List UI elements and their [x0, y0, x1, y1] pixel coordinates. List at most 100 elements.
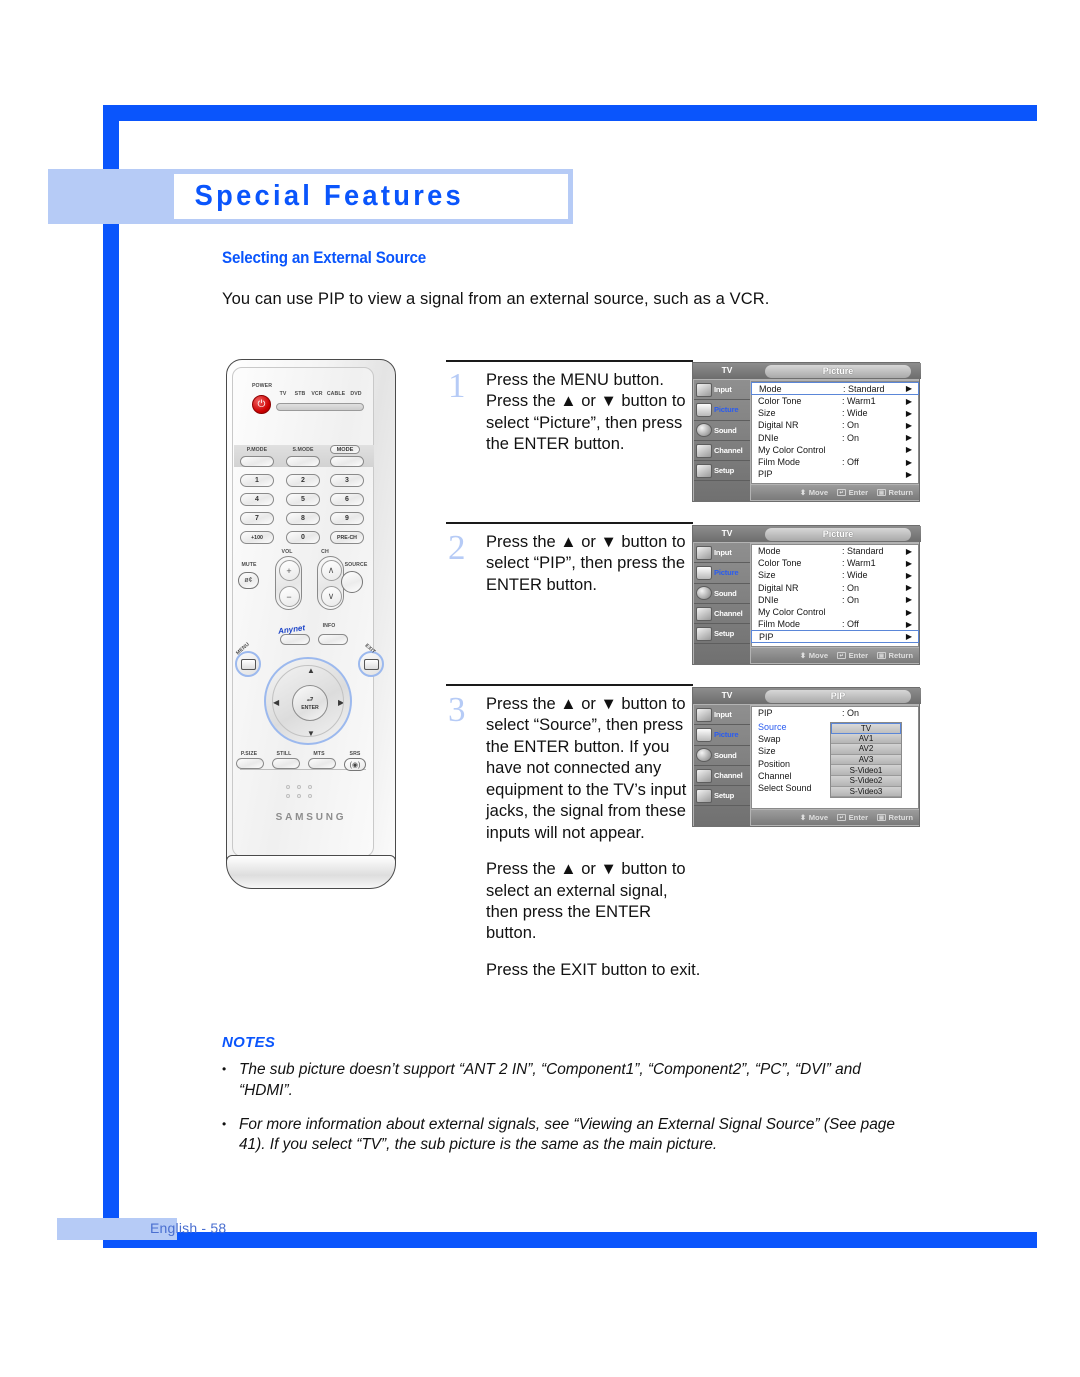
- osd-2-sidebar-item-setup[interactable]: Setup: [694, 624, 750, 645]
- channel-down-button[interactable]: ∨: [320, 586, 342, 607]
- power-button[interactable]: ⏻: [252, 395, 271, 414]
- osd-1-row-digitalnr[interactable]: Digital NR : On ▶: [752, 419, 918, 431]
- mts-button[interactable]: [308, 758, 336, 769]
- osd-2-row-digitalnr[interactable]: Digital NR : On ▶: [752, 582, 918, 594]
- channel-up-button[interactable]: ∧: [320, 560, 342, 581]
- pip-source-dropdown[interactable]: TV AV1 AV2 AV3 S-Video1 S-Video2 S-Video…: [830, 722, 902, 799]
- nav-up-icon[interactable]: ▲: [307, 666, 315, 675]
- mute-button[interactable]: ø¢: [238, 572, 259, 589]
- volume-up-button[interactable]: +: [278, 560, 300, 581]
- numpad-7[interactable]: 7: [240, 512, 274, 525]
- numpad-8[interactable]: 8: [286, 512, 320, 525]
- note-item-1: • The sub picture doesn’t support “ANT 2…: [222, 1060, 912, 1102]
- setup-icon: [696, 788, 712, 803]
- osd-2-row-colortone[interactable]: Color Tone : Warm1 ▶: [752, 557, 918, 569]
- pmode-button[interactable]: [240, 456, 274, 467]
- srs-button[interactable]: (◉): [344, 758, 366, 771]
- osd-1-footer-enter: ↵ Enter: [837, 488, 868, 497]
- pip-source-option-svideo2[interactable]: S-Video2: [831, 775, 901, 787]
- chevron-right-icon: ▶: [905, 420, 912, 430]
- mode-button[interactable]: [330, 456, 364, 467]
- osd-2-sidebar-item-channel[interactable]: Channel: [694, 604, 750, 625]
- osd-3-row-pip[interactable]: PIP : On: [752, 707, 918, 719]
- pip-source-option-tv[interactable]: TV: [831, 723, 901, 734]
- info-button[interactable]: [318, 634, 348, 645]
- pip-source-option-av2[interactable]: AV2: [831, 744, 901, 755]
- pip-source-option-svideo3[interactable]: S-Video3: [831, 786, 901, 798]
- source-button[interactable]: [341, 571, 363, 593]
- osd-3-sidebar: Input Picture Sound Channel Setup: [694, 705, 750, 827]
- osd-2-row-value: : Wide: [842, 570, 868, 581]
- osd-3-item-channel[interactable]: Channel: [758, 770, 812, 782]
- osd-1-row-pip[interactable]: PIP ▶: [752, 468, 918, 480]
- numpad-3[interactable]: 3: [330, 474, 364, 487]
- osd-1-row-size[interactable]: Size : Wide ▶: [752, 407, 918, 419]
- osd-3-sidebar-item-input[interactable]: Input: [694, 705, 750, 726]
- osd-3-item-source[interactable]: Source: [758, 721, 812, 733]
- nav-down-icon[interactable]: ▼: [307, 729, 315, 738]
- osd-1-row-mycolorcontrol[interactable]: My Color Control ▶: [752, 444, 918, 456]
- return-icon: ▤: [877, 652, 887, 659]
- numpad-2[interactable]: 2: [286, 474, 320, 487]
- plus100-button[interactable]: +100: [240, 531, 274, 544]
- osd-2-row-mycolorcontrol[interactable]: My Color Control ▶: [752, 606, 918, 618]
- osd-3-item-size[interactable]: Size: [758, 745, 812, 757]
- volume-down-button[interactable]: −: [278, 586, 300, 607]
- nav-right-icon[interactable]: ▶: [338, 698, 344, 707]
- numpad-6[interactable]: 6: [330, 493, 364, 506]
- osd-2-sidebar-item-picture[interactable]: Picture: [694, 563, 750, 584]
- device-select-bar[interactable]: [276, 403, 364, 411]
- channel-rocker[interactable]: ∧ ∨: [317, 556, 344, 610]
- pip-source-option-av1[interactable]: AV1: [831, 733, 901, 745]
- note-item-2-text: For more information about external sign…: [239, 1115, 895, 1154]
- numpad-0[interactable]: 0: [286, 531, 320, 544]
- osd-2-row-filmmode[interactable]: Film Mode : Off ▶: [752, 618, 918, 630]
- osd-1-sidebar-item-sound[interactable]: Sound: [694, 421, 750, 441]
- psize-button[interactable]: [236, 758, 264, 769]
- anynet-button[interactable]: [280, 634, 310, 645]
- device-label-stb: STB: [294, 391, 306, 397]
- osd-2-row-pip[interactable]: PIP ▶: [751, 630, 919, 644]
- osd-3-sidebar-item-picture[interactable]: Picture: [694, 725, 750, 746]
- numpad-1[interactable]: 1: [240, 474, 274, 487]
- osd-3-item-select-sound[interactable]: Select Sound: [758, 782, 812, 794]
- osd-1-sidebar-item-input[interactable]: Input: [694, 380, 750, 401]
- osd-3-sidebar-item-sound[interactable]: Sound: [694, 746, 750, 766]
- device-label-dvd: DVD: [350, 391, 362, 397]
- osd-3-sidebar-label-channel: Channel: [714, 771, 743, 781]
- osd-2-sidebar-item-sound[interactable]: Sound: [694, 584, 750, 604]
- osd-1-row-colortone[interactable]: Color Tone : Warm1 ▶: [752, 395, 918, 407]
- enter-button[interactable]: ⮐ ENTER: [292, 685, 328, 721]
- numpad-4[interactable]: 4: [240, 493, 274, 506]
- osd-3-item-swap[interactable]: Swap: [758, 733, 812, 745]
- osd-1-row-mode[interactable]: Mode : Standard ▶: [751, 382, 919, 395]
- osd-1-sidebar-item-setup[interactable]: Setup: [694, 461, 750, 482]
- nav-left-icon[interactable]: ◀: [273, 698, 279, 707]
- psize-label: P.SIZE: [240, 751, 258, 757]
- osd-1-sidebar-item-picture[interactable]: Picture: [694, 400, 750, 421]
- numpad-5[interactable]: 5: [286, 493, 320, 506]
- osd-1-row-filmmode[interactable]: Film Mode : Off ▶: [752, 456, 918, 468]
- osd-2-row-size[interactable]: Size : Wide ▶: [752, 569, 918, 581]
- chevron-right-icon: ▶: [905, 595, 912, 605]
- osd-1-sidebar-item-channel[interactable]: Channel: [694, 441, 750, 462]
- volume-rocker[interactable]: + −: [275, 556, 302, 610]
- osd-2-row-mode[interactable]: Mode : Standard ▶: [752, 545, 918, 557]
- osd-3-sidebar-item-setup[interactable]: Setup: [694, 786, 750, 807]
- still-button[interactable]: [272, 758, 300, 769]
- smode-button[interactable]: [286, 456, 320, 467]
- input-icon: [696, 707, 712, 722]
- osd-1-row-dnie[interactable]: DNIe : On ▶: [752, 432, 918, 444]
- chevron-right-icon: ▶: [905, 469, 912, 479]
- pip-source-option-svideo1[interactable]: S-Video1: [831, 765, 901, 776]
- osd-2-sidebar-item-input[interactable]: Input: [694, 543, 750, 564]
- numpad-9[interactable]: 9: [330, 512, 364, 525]
- osd-3-item-position[interactable]: Position: [758, 758, 812, 770]
- prech-button[interactable]: PRE-CH: [330, 531, 364, 544]
- return-icon: ▤: [877, 814, 887, 821]
- osd-2-row-dnie[interactable]: DNIe : On ▶: [752, 594, 918, 606]
- osd-3-sidebar-item-channel[interactable]: Channel: [694, 766, 750, 787]
- osd-2-footer-enter-label: Enter: [848, 651, 869, 660]
- pip-source-option-av3[interactable]: AV3: [831, 754, 901, 766]
- navigation-ring[interactable]: ▲ ▼ ◀ ▶ ⮐ ENTER: [264, 657, 352, 745]
